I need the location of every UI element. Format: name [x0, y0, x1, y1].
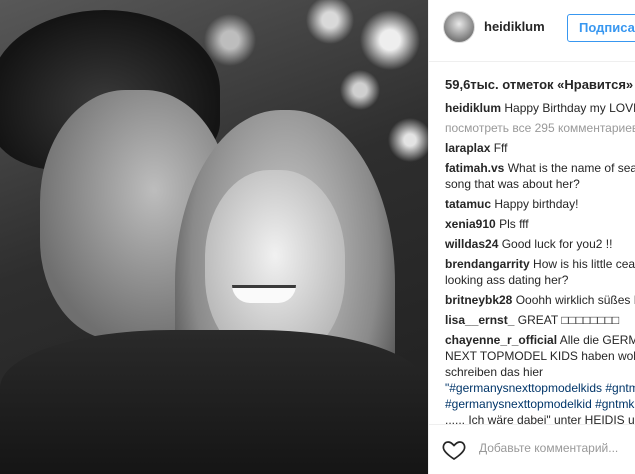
comment-item: chayenne_r_official Alle die GERMAN NEXT …: [429, 332, 635, 430]
view-all-comments-link[interactable]: посмотреть все 295 комментариев: [429, 120, 635, 140]
comment-item: tatamuc Happy birthday!: [429, 196, 635, 216]
comment-username[interactable]: tatamuc: [445, 197, 491, 211]
comment-username[interactable]: brendangarrity: [445, 257, 530, 271]
comment-username[interactable]: laraplax: [445, 141, 490, 155]
comment-text: Good luck for you2 !!: [501, 237, 613, 251]
heart-icon[interactable]: [441, 438, 467, 462]
comment-text: Fff: [493, 141, 508, 155]
comment-text: #germanysnexttopmodelkid #gntmkid: [445, 397, 635, 411]
comment-text: schreiben das hier: [445, 365, 544, 379]
photo-shirt: [0, 330, 428, 474]
comment-text: looking ass dating her?: [445, 273, 569, 287]
avatar[interactable]: [443, 11, 475, 43]
comment-username[interactable]: lisa__ernst_: [445, 313, 514, 327]
comment-container: laraplax Fff fatimah.vs What is the name …: [429, 140, 635, 430]
comment-text: Pls fff: [499, 217, 529, 231]
comment-text: What is the name of seal's: [507, 161, 635, 175]
comment-item: fatimah.vs What is the name of seal's son…: [429, 160, 635, 196]
post-header: heidiklum Подписат: [429, 0, 635, 62]
likes-count[interactable]: 59,6тыс. отметок «Нравится»: [445, 77, 633, 92]
photo-smile: [232, 285, 296, 303]
comment-username[interactable]: willdas24: [445, 237, 498, 251]
follow-button[interactable]: Подписат: [567, 14, 635, 42]
comment-bar: Добавьте комментарий...: [429, 424, 635, 474]
comment-item: lisa__ernst_ GREAT □□□□□□□□: [429, 312, 635, 332]
comments-list[interactable]: heidiklum Happy Birthday my LOVE ❤ посмо…: [429, 100, 635, 430]
caption-username[interactable]: heidiklum: [445, 101, 501, 115]
comment-text: NEXT TOPMODEL KIDS haben woller: [445, 349, 635, 363]
comment-username[interactable]: fatimah.vs: [445, 161, 504, 175]
comment-username[interactable]: xenia910: [445, 217, 496, 231]
add-comment-input[interactable]: Добавьте комментарий...: [479, 441, 618, 455]
username-link[interactable]: heidiklum: [484, 19, 545, 34]
comment-text: How is his little ceasel: [533, 257, 635, 271]
comment-text: GREAT □□□□□□□□: [517, 313, 620, 327]
post-photo: [0, 0, 428, 474]
comment-username[interactable]: britneybk28: [445, 293, 512, 307]
comment-text: song that was about her?: [445, 177, 580, 191]
comment-item: britneybk28 Ooohh wirklich süßes Fo: [429, 292, 635, 312]
comment-item: brendangarrity How is his little ceasel l…: [429, 256, 635, 292]
caption-text: Happy Birthday my LOVE ❤: [504, 101, 635, 115]
post-side-panel: heidiklum Подписат 59,6тыс. отметок «Нра…: [428, 0, 635, 474]
comment-item: xenia910 Pls fff: [429, 216, 635, 236]
comment-item: willdas24 Good luck for you2 !!: [429, 236, 635, 256]
comment-text: Alle die GERMAN: [559, 333, 635, 347]
comment-text: Happy birthday!: [494, 197, 579, 211]
caption: heidiklum Happy Birthday my LOVE ❤: [429, 100, 635, 120]
comment-item: laraplax Fff: [429, 140, 635, 160]
comment-username[interactable]: chayenne_r_official: [445, 333, 557, 347]
comment-text: Ooohh wirklich süßes Fo: [515, 293, 635, 307]
comment-text: "#germanysnexttopmodelkids #gntmk: [445, 381, 635, 395]
